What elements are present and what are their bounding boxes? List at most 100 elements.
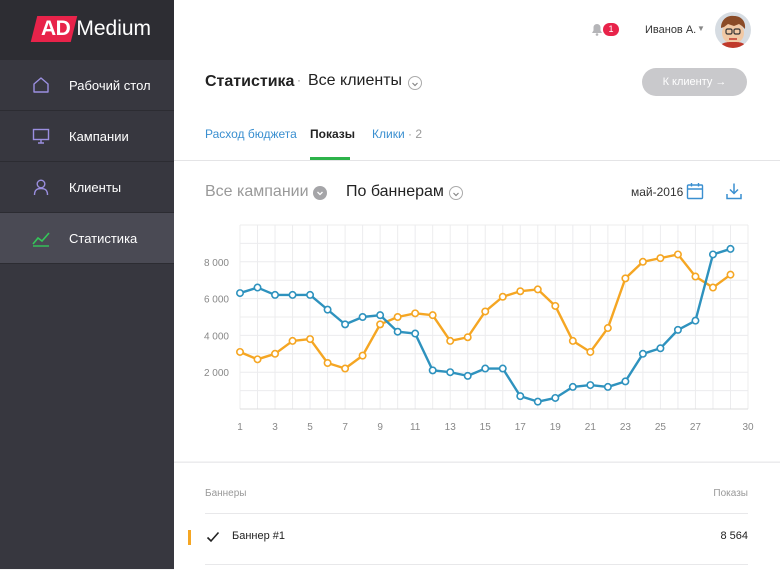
x-tick-label: 5 <box>307 422 313 433</box>
sidebar-item-label: Кампании <box>69 128 129 144</box>
series-color-marker <box>188 530 191 545</box>
page-title: Статистика <box>205 73 295 90</box>
tab-clicks[interactable]: Клики · 2 <box>372 127 422 141</box>
tab-budget[interactable]: Расход бюджета <box>205 127 297 141</box>
data-point <box>568 336 577 345</box>
x-tick-label: 15 <box>480 422 492 433</box>
data-point <box>673 250 682 259</box>
y-tick-label: 8 000 <box>204 258 229 269</box>
banner-name: Баннер #1 <box>232 530 286 542</box>
data-point <box>708 283 717 292</box>
chart-line-icon <box>31 228 51 248</box>
data-point <box>481 307 490 316</box>
tab-count: · 2 <box>408 127 423 141</box>
to-client-button[interactable]: К клиенту → <box>642 68 747 96</box>
y-tick-label: 4 000 <box>204 331 229 342</box>
y-tick-label: 6 000 <box>204 295 229 306</box>
period-label[interactable]: май-2016 <box>631 185 683 199</box>
x-tick-label: 3 <box>272 422 278 433</box>
avatar[interactable] <box>715 12 751 48</box>
data-point <box>306 290 315 299</box>
checkbox[interactable] <box>205 529 221 545</box>
data-point <box>253 283 262 292</box>
logo[interactable]: AD Medium <box>34 16 151 42</box>
data-point <box>656 344 665 353</box>
column-header-views: Показы <box>713 488 748 499</box>
data-point <box>551 393 560 402</box>
data-point <box>323 359 332 368</box>
chevron-down-icon[interactable] <box>313 186 327 200</box>
sidebar-item-label: Рабочий стол <box>69 77 151 93</box>
data-point <box>498 292 507 301</box>
x-tick-label: 11 <box>410 422 421 433</box>
campaign-filter[interactable]: Все кампании <box>205 183 309 201</box>
calendar-icon[interactable] <box>686 182 704 205</box>
x-tick-label: 1 <box>237 422 243 433</box>
data-point <box>428 366 437 375</box>
chevron-down-icon[interactable]: ▼ <box>697 24 705 33</box>
data-point <box>323 305 332 314</box>
monitor-icon <box>31 126 51 146</box>
data-point <box>516 287 525 296</box>
data-point <box>586 347 595 356</box>
tab-views[interactable]: Показы <box>310 127 355 141</box>
data-point <box>516 392 525 401</box>
sidebar-item-statistics[interactable]: Статистика <box>0 213 174 264</box>
data-point <box>726 244 735 253</box>
sidebar-item-clients[interactable]: Клиенты <box>0 162 174 213</box>
data-point <box>411 309 420 318</box>
x-tick-label: 13 <box>445 422 457 433</box>
data-point <box>603 382 612 391</box>
sidebar: AD Medium Рабочий стол Кампании Клиенты … <box>0 0 174 569</box>
tab-label: Клики <box>372 127 405 141</box>
data-point <box>235 347 244 356</box>
data-point <box>446 336 455 345</box>
logo-highlight: AD <box>41 17 71 40</box>
stats-panel: Все кампании По баннерам май-2016 2 000 4… <box>174 161 780 461</box>
data-point <box>288 290 297 299</box>
x-tick-label: 30 <box>742 422 754 433</box>
data-point <box>376 311 385 320</box>
row-divider <box>205 564 748 565</box>
data-point <box>358 313 367 322</box>
column-header-banners: Баннеры <box>205 488 247 499</box>
active-tab-indicator <box>310 157 350 160</box>
data-point <box>235 289 244 298</box>
data-point <box>568 382 577 391</box>
data-point <box>498 364 507 373</box>
topbar: 1 Иванов А. ▼ <box>174 0 780 60</box>
data-point <box>656 254 665 263</box>
x-tick-label: 17 <box>515 422 527 433</box>
x-tick-label: 27 <box>690 422 702 433</box>
data-point <box>393 327 402 336</box>
data-point <box>288 336 297 345</box>
sidebar-item-campaigns[interactable]: Кампании <box>0 111 174 162</box>
data-point <box>341 320 350 329</box>
data-point <box>638 349 647 358</box>
user-name[interactable]: Иванов А. <box>645 24 696 36</box>
chevron-down-icon[interactable] <box>408 76 422 90</box>
data-point <box>463 371 472 380</box>
chevron-down-icon[interactable] <box>449 186 463 200</box>
notification-badge[interactable]: 1 <box>603 23 619 36</box>
data-point <box>603 324 612 333</box>
grouping-filter[interactable]: По баннерам <box>346 183 444 201</box>
download-icon[interactable] <box>725 182 743 205</box>
data-point <box>621 377 630 386</box>
row-divider <box>205 513 748 514</box>
x-tick-label: 21 <box>585 422 597 433</box>
main: 1 Иванов А. ▼ Статистика · Все клиенты К… <box>174 0 780 570</box>
x-tick-label: 23 <box>620 422 632 433</box>
logo-badge: AD <box>34 16 74 42</box>
data-point <box>551 301 560 310</box>
x-tick-label: 19 <box>550 422 562 433</box>
sidebar-item-dashboard[interactable]: Рабочий стол <box>0 60 174 111</box>
data-point <box>726 270 735 279</box>
data-point <box>533 397 542 406</box>
logo-rest: Medium <box>76 17 152 40</box>
client-selector[interactable]: Все клиенты <box>308 72 402 90</box>
data-point <box>691 272 700 281</box>
bell-icon[interactable] <box>590 22 604 36</box>
data-point <box>341 364 350 373</box>
data-point <box>586 381 595 390</box>
